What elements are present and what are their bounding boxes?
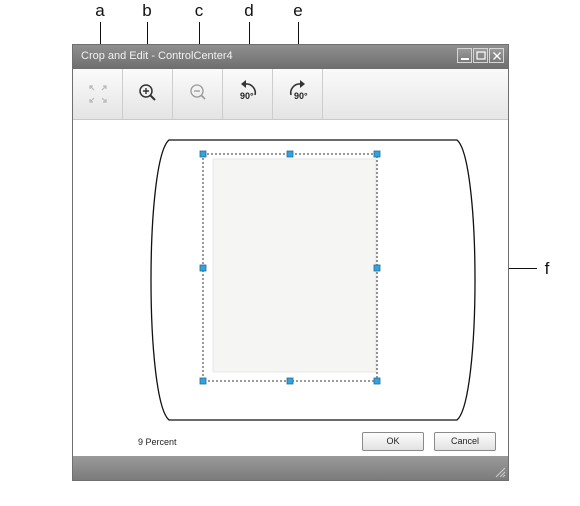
preview-area — [150, 139, 476, 421]
callout-label-d: d — [244, 1, 254, 20]
image-canvas — [73, 120, 508, 428]
crop-handle-top-right — [373, 150, 381, 158]
crop-handle-bottom-right — [373, 377, 381, 385]
toolbar: 90° 90° — [73, 69, 508, 120]
rotate-left-button[interactable]: 90° — [223, 69, 273, 119]
crop-handle-top-left — [199, 150, 207, 158]
rotate-right-icon: 90° — [289, 80, 308, 101]
close-button[interactable] — [489, 48, 504, 63]
maximize-button[interactable] — [473, 48, 488, 63]
cancel-button[interactable]: Cancel — [434, 432, 496, 451]
resize-grip-icon[interactable] — [492, 464, 506, 478]
rotate-left-icon: 90° — [240, 80, 257, 101]
minimize-icon — [461, 58, 469, 60]
status-bar — [73, 456, 508, 480]
fit-to-window-button[interactable] — [73, 69, 123, 119]
crop-and-edit-window: Crop and Edit - ControlCenter4 90° 90° 9… — [72, 44, 509, 481]
ok-button[interactable]: OK — [362, 432, 424, 451]
crop-handle-middle-right — [373, 264, 381, 272]
zoom-in-button[interactable] — [123, 69, 173, 119]
callout-label-f: f — [544, 259, 550, 278]
zoom-out-icon — [190, 84, 206, 100]
callout-label-a: a — [95, 1, 105, 20]
crop-handle-bottom-left — [199, 377, 207, 385]
scanned-page-image — [212, 158, 377, 373]
dialog-footer: 9 Percent OK Cancel — [73, 428, 508, 456]
title-bar[interactable]: Crop and Edit - ControlCenter4 — [73, 45, 508, 69]
callout-label-e: e — [293, 1, 303, 20]
maximize-icon — [476, 51, 486, 60]
callout-label-b: b — [142, 1, 152, 20]
close-icon — [493, 52, 501, 60]
minimize-button[interactable] — [457, 48, 472, 63]
crop-handle-middle-left — [199, 264, 207, 272]
fit-to-window-icon — [89, 85, 107, 103]
rotate-right-label: 90° — [294, 91, 308, 101]
rotate-right-button[interactable]: 90° — [273, 69, 323, 119]
callout-label-c: c — [194, 1, 204, 20]
zoom-out-button[interactable] — [173, 69, 223, 119]
zoom-in-icon — [139, 84, 156, 101]
zoom-percent-text: 9 Percent — [138, 437, 177, 447]
window-controls — [457, 48, 504, 63]
crop-handle-top-middle — [286, 150, 294, 158]
crop-handle-bottom-middle — [286, 377, 294, 385]
window-title: Crop and Edit - ControlCenter4 — [81, 50, 233, 62]
rotate-left-label: 90° — [240, 91, 254, 101]
